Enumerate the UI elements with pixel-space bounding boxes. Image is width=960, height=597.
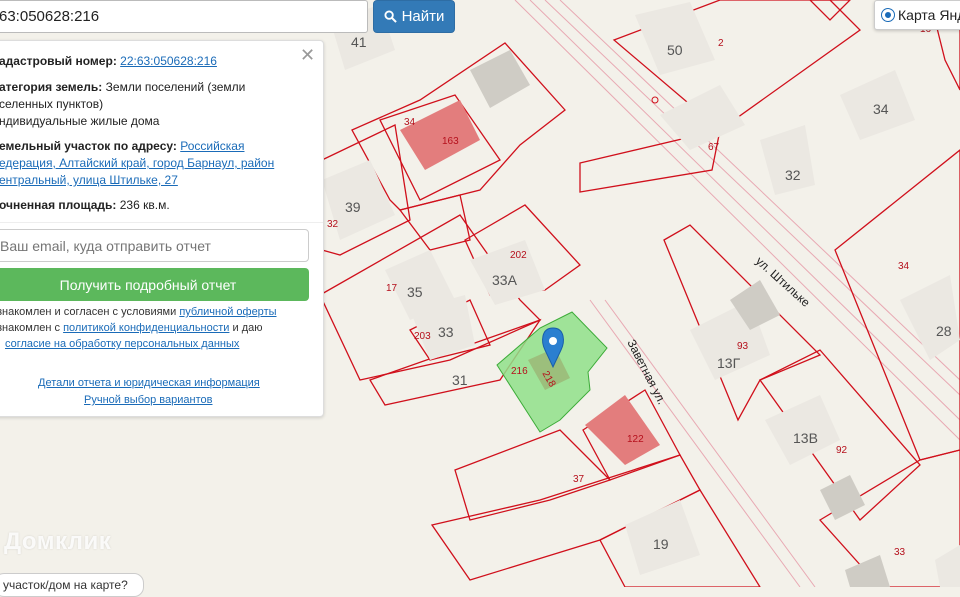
house-number: 39 [345,199,361,215]
manual-selection-link[interactable]: Ручной выбор вариантов [84,394,212,406]
search-icon [384,10,397,23]
cadastral-label: адастровый номер: [0,54,117,68]
map-type-label: Карта Янд [898,7,960,23]
offer-link[interactable]: публичной оферты [179,306,276,318]
email-field[interactable] [0,229,309,262]
house-number: 13В [793,430,818,446]
privacy-consent-row[interactable]: ознакомлен с политикой конфиденциальност… [0,322,263,334]
house-number: 32 [785,167,801,183]
category-value-line3: ндивидуальные жилые дома [0,114,160,128]
parcel-number: 34 [404,117,416,128]
house-number: 13Г [717,355,741,371]
parcel-number: 163 [442,136,459,147]
category-value: Земли поселений (земли [105,80,246,94]
street-label-zavetnaya: Заветная ул. [624,337,669,407]
info-panel: ✕ адастровый номер: 22:63:050628:216 ате… [0,40,324,417]
address-link[interactable]: Российская [180,139,244,153]
cadastral-number-row: адастровый номер: 22:63:050628:216 [0,53,299,70]
data-consent-row: согласие на обработку персональных данны… [5,338,239,350]
parcel-number: 34 [898,261,910,272]
close-icon[interactable]: ✕ [300,45,315,66]
parcel-number: 93 [737,341,749,352]
parcel-number: 203 [414,331,431,342]
category-label: атегория земель: [0,80,103,94]
parcel-number: 202 [510,250,527,261]
house-number: 19 [653,536,669,552]
parcel-number: 216 [511,366,528,377]
house-number: 33А [492,272,518,288]
divider [0,222,323,223]
house-number: 50 [667,42,683,58]
parcel-number: 17 [386,283,398,294]
house-number: 28 [936,323,952,339]
privacy-consent-text: ознакомлен с [0,322,61,334]
house-number: 33 [438,324,454,340]
area-value: 236 кв.м. [119,198,170,212]
address-link-line3[interactable]: ентральный, улица Штильке, 27 [0,173,178,187]
area-label: очненная площадь: [0,198,117,212]
data-consent-link[interactable]: согласие на обработку персональных данны… [5,338,239,350]
category-row: атегория земель: Земли поселений (земли [0,79,299,96]
category-value-line2: селенных пунктов) [0,97,104,111]
privacy-consent-tail: и даю [232,322,263,334]
search-input[interactable] [0,0,368,33]
offer-consent-row[interactable]: ознакомлен и согласен с условиями публич… [0,306,277,318]
parcel-number: 92 [836,445,848,456]
brand-watermark: Домклик [4,528,112,555]
privacy-link[interactable]: политикой конфиденциальности [63,322,229,334]
offer-consent-text: ознакомлен и согласен с условиями [0,306,177,318]
parcel-number: 33 [894,547,906,558]
details-link[interactable]: Детали отчета и юридическая информация [38,377,260,389]
radio-selected-icon[interactable] [881,8,895,22]
house-number: 41 [351,34,367,50]
search-button-label: Найти [401,8,445,25]
house-number: 34 [873,101,889,117]
parcel-number: 2 [718,38,724,49]
search-button[interactable]: Найти [373,0,455,33]
house-number: 35 [407,284,423,300]
cadastral-link[interactable]: 22:63:050628:216 [120,54,217,68]
address-row: емельный участок по адресу: Российская [0,138,299,155]
help-tooltip[interactable]: участок/дом на карте? [0,573,144,597]
area-row: очненная площадь: 236 кв.м. [0,197,299,214]
parcel-number: 37 [573,474,585,485]
get-report-button[interactable]: Получить подробный отчет [0,268,309,301]
map-type-toggle[interactable]: Карта Янд [874,0,960,30]
parcel-number: 67 [708,142,720,153]
house-number: 31 [452,372,468,388]
parcel-number: 122 [627,434,644,445]
address-link-line2[interactable]: едерация, Алтайский край, город Барнаул,… [0,156,274,170]
address-label: емельный участок по адресу: [0,139,177,153]
parcel-number: 32 [327,219,339,230]
